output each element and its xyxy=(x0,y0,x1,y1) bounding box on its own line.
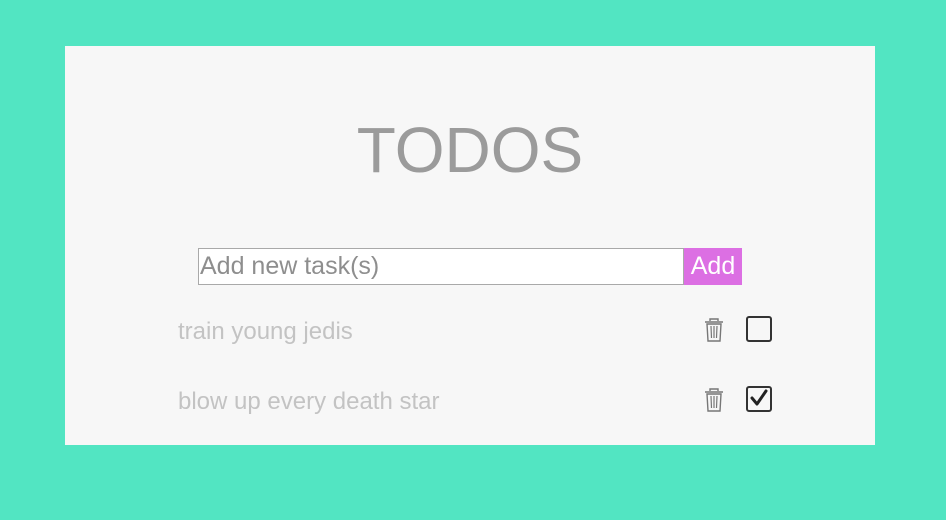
checkbox-checked-icon[interactable] xyxy=(746,386,772,412)
checkmark-icon xyxy=(750,389,768,406)
trash-icon[interactable] xyxy=(703,387,725,413)
page-title: TODOS xyxy=(356,114,584,186)
todo-text: blow up every death star xyxy=(178,388,440,415)
todo-text: train young jedis xyxy=(178,318,353,345)
todo-item: train young jedis xyxy=(178,310,778,350)
trash-icon[interactable] xyxy=(703,317,725,343)
new-task-input[interactable] xyxy=(198,248,684,285)
todo-card: TODOS Add train young jedis blow up ever… xyxy=(65,46,875,445)
add-button[interactable]: Add xyxy=(684,248,742,285)
add-task-form: Add xyxy=(198,248,742,285)
todo-item: blow up every death star xyxy=(178,380,778,420)
checkbox-empty-icon[interactable] xyxy=(746,316,772,342)
